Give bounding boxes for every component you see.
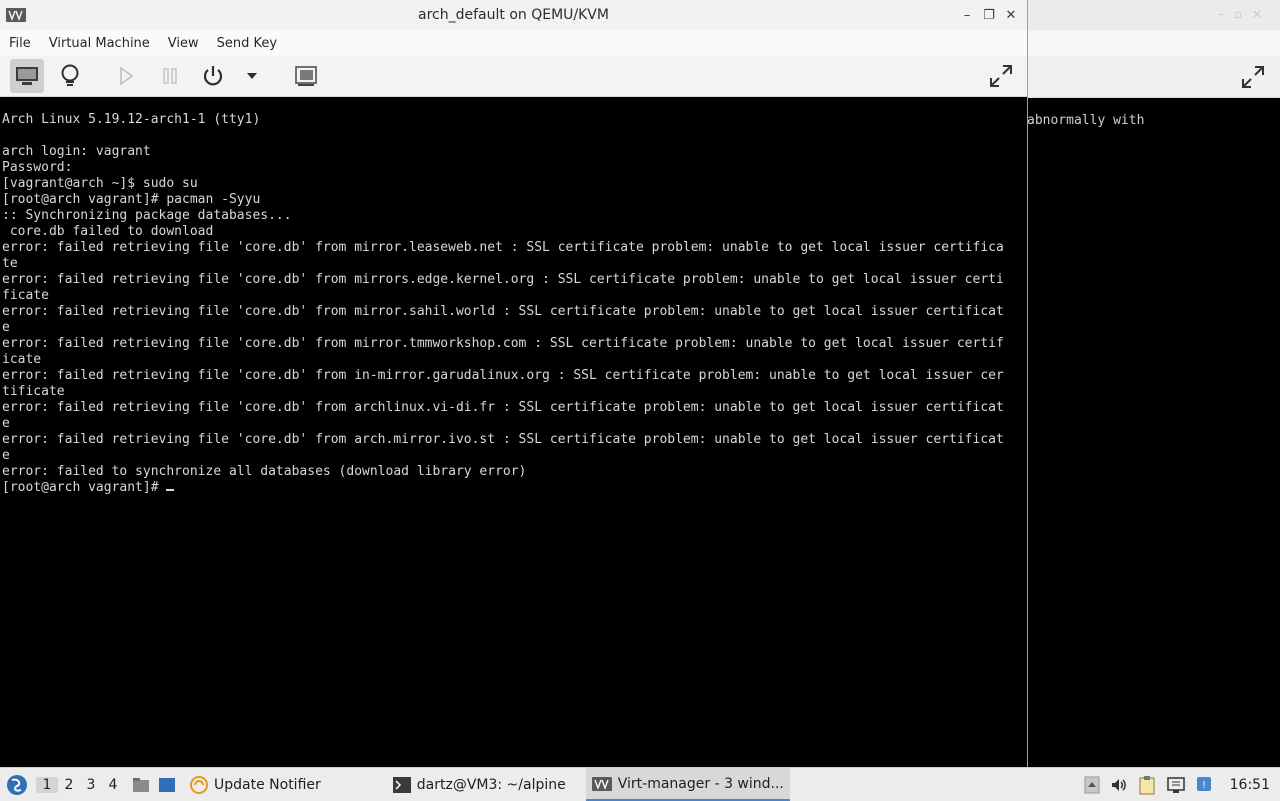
desktop-3[interactable]: 3 — [80, 777, 102, 793]
snapshots-icon — [295, 66, 317, 86]
console-line: error: failed to synchronize all databas… — [2, 464, 527, 479]
vm-window[interactable]: arch_default on QEMU/KVM – ❐ ✕ File Virt… — [0, 0, 1028, 767]
menu-send-key[interactable]: Send Key — [208, 36, 286, 51]
system-tray: ! 16:51 — [1084, 768, 1280, 801]
console-line: te — [2, 256, 18, 271]
start-menu-button[interactable] — [4, 772, 30, 798]
console-line: error: failed retrieving file 'core.db' … — [2, 336, 1004, 351]
maximize-button[interactable]: ❐ — [981, 6, 997, 24]
console-line: error: failed retrieving file 'core.db' … — [2, 400, 1004, 415]
background-menubar — [1027, 30, 1280, 56]
console-line: error: failed retrieving file 'core.db' … — [2, 368, 1004, 383]
menubar: File Virtual Machine View Send Key — [0, 30, 1027, 56]
vm-console[interactable]: Arch Linux 5.19.12-arch1-1 (tty1) arch l… — [0, 97, 1027, 767]
desktop-4[interactable]: 4 — [102, 777, 124, 793]
pause-icon — [163, 68, 177, 84]
file-manager-launcher[interactable] — [130, 774, 152, 796]
task-label: Virt-manager - 3 wind... — [617, 775, 784, 792]
virt-manager-icon — [591, 776, 612, 791]
console-line: tificate — [2, 384, 65, 399]
volume-icon[interactable] — [1110, 776, 1128, 794]
console-line: arch login: vagrant — [2, 144, 151, 159]
console-prompt: [root@arch vagrant]# — [2, 480, 167, 495]
background-titlebar[interactable]: –▫× — [1027, 0, 1280, 30]
console-line: core.db failed to download — [2, 224, 214, 239]
update-notifier-icon — [190, 775, 208, 794]
terminal-icon — [392, 776, 411, 793]
console-line: icate — [2, 352, 42, 367]
clipboard-icon[interactable] — [1138, 775, 1156, 795]
console-line: e — [2, 320, 10, 335]
console-line: Arch Linux 5.19.12-arch1-1 (tty1) — [2, 112, 261, 127]
desktop-switcher: 1 2 3 4 — [36, 776, 124, 793]
snapshots-button[interactable] — [289, 59, 323, 93]
console-cursor — [166, 489, 175, 491]
details-view-button[interactable] — [53, 59, 87, 93]
desktop-1[interactable]: 1 — [36, 776, 58, 793]
folder-icon — [133, 777, 149, 792]
task-terminal[interactable]: dartz@VM3: ~/alpine — [387, 769, 572, 800]
menu-file[interactable]: File — [0, 36, 40, 51]
console-output: Arch Linux 5.19.12-arch1-1 (tty1) arch l… — [2, 112, 1004, 496]
start-menu-icon — [7, 774, 27, 795]
console-view-button[interactable] — [10, 59, 44, 93]
minimize-button[interactable]: – — [959, 6, 975, 24]
taskbar: 1 2 3 4 Update Notifier dartz@VM3: ~/alp… — [0, 767, 1280, 801]
console-prompt-line: [root@arch vagrant]# — [2, 480, 1004, 496]
fullscreen-icon[interactable] — [1240, 64, 1266, 90]
console-line: error: failed retrieving file 'core.db' … — [2, 432, 1004, 447]
window-title: arch_default on QEMU/KVM — [418, 7, 609, 23]
console-line: e — [2, 448, 10, 463]
run-button[interactable] — [109, 59, 143, 93]
toolbar — [0, 56, 1027, 97]
console-line: e — [2, 416, 10, 431]
window-controls: – ❐ ✕ — [959, 6, 1019, 24]
background-vm-window[interactable]: –▫× abnormally with — [1027, 0, 1280, 767]
shutdown-menu-button[interactable] — [235, 59, 269, 93]
console-line: Password: — [2, 160, 73, 175]
console-line: error: failed retrieving file 'core.db' … — [2, 304, 1004, 319]
pause-button[interactable] — [153, 59, 187, 93]
task-label: Update Notifier — [214, 776, 321, 793]
console-line: [root@arch vagrant]# pacman -Syyu — [2, 192, 261, 207]
background-console-text: abnormally with — [1027, 113, 1145, 128]
background-window-buttons[interactable]: –▫× — [1218, 7, 1272, 21]
clock[interactable]: 16:51 — [1230, 777, 1270, 793]
shutdown-button[interactable] — [196, 59, 230, 93]
network-icon[interactable] — [1166, 776, 1186, 794]
fullscreen-button[interactable] — [984, 59, 1018, 93]
task-label: dartz@VM3: ~/alpine — [416, 776, 566, 793]
console-line: :: Synchronizing package databases... — [2, 208, 292, 223]
task-update-notifier[interactable]: Update Notifier — [184, 769, 327, 800]
menu-virtual-machine[interactable]: Virtual Machine — [40, 36, 159, 51]
desktop-icon — [159, 777, 175, 792]
fullscreen-icon — [990, 65, 1012, 87]
monitor-icon — [16, 67, 38, 85]
console-line: [vagrant@arch ~]$ sudo su — [2, 176, 198, 191]
console-line: ficate — [2, 288, 49, 303]
svg-text:!: ! — [1202, 780, 1206, 791]
menu-view[interactable]: View — [159, 36, 208, 51]
window-titlebar[interactable]: arch_default on QEMU/KVM – ❐ ✕ — [0, 0, 1027, 31]
desktop-2[interactable]: 2 — [58, 777, 80, 793]
task-virt-manager[interactable]: Virt-manager - 3 wind... — [585, 768, 790, 801]
dropdown-arrow-icon — [247, 73, 257, 79]
update-status-icon[interactable]: ! — [1196, 776, 1212, 794]
close-button[interactable]: ✕ — [1003, 6, 1019, 24]
tray-arrow-icon[interactable] — [1084, 776, 1100, 794]
console-line: error: failed retrieving file 'core.db' … — [2, 272, 1004, 287]
show-desktop-button[interactable] — [156, 774, 178, 796]
background-toolbar — [1027, 56, 1280, 98]
power-icon — [203, 66, 223, 86]
play-icon — [120, 66, 134, 86]
lightbulb-icon — [61, 64, 79, 86]
console-line: error: failed retrieving file 'core.db' … — [2, 240, 1004, 255]
